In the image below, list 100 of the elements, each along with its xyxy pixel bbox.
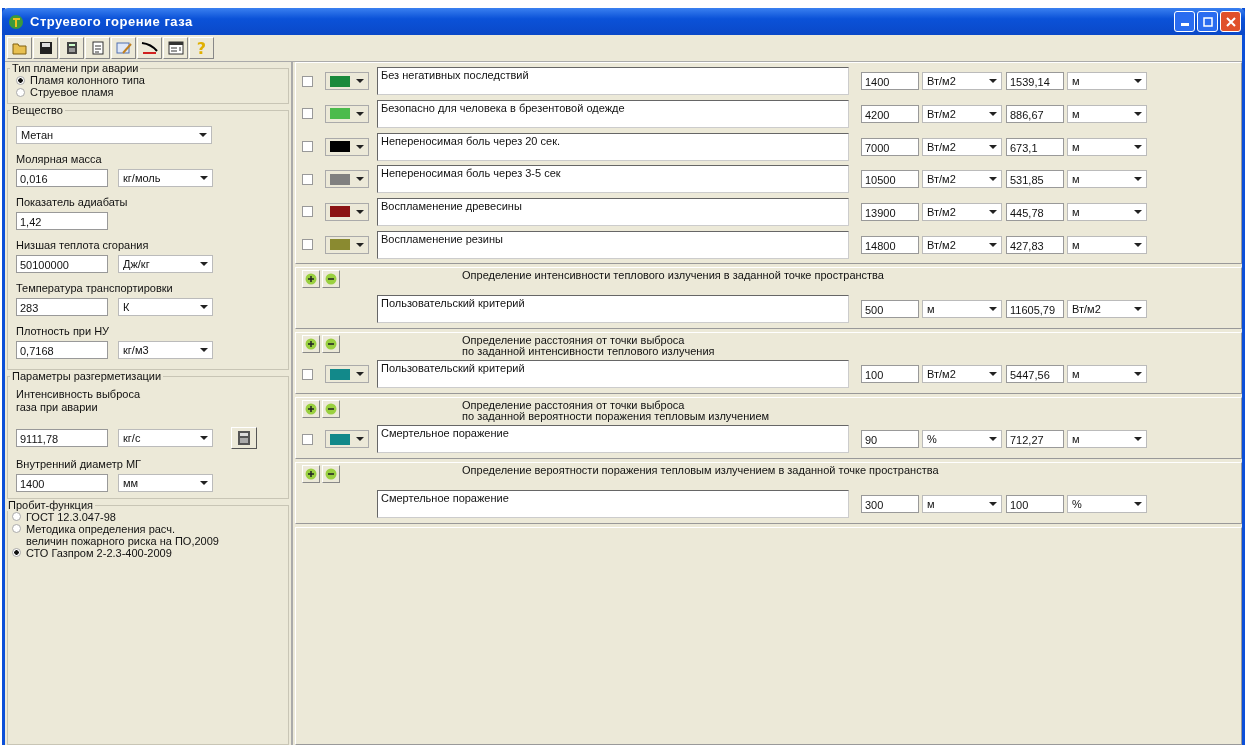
description-field[interactable]: Пользовательский критерий: [377, 360, 849, 388]
input-field[interactable]: 4200: [861, 105, 919, 123]
result-field[interactable]: 1539,14: [1006, 72, 1064, 91]
maximize-button[interactable]: [1197, 11, 1218, 32]
description-field[interactable]: Смертельное поражение: [377, 490, 849, 518]
input-field[interactable]: 9111,78: [16, 429, 108, 447]
input-field[interactable]: 50100000: [16, 255, 108, 273]
input-field[interactable]: 1,42: [16, 212, 108, 230]
radio-option[interactable]: ГОСТ 12.3.047-98: [12, 511, 284, 523]
unit-dropdown[interactable]: кг/м3: [118, 341, 213, 359]
toolbar-button[interactable]: [59, 37, 84, 59]
result-field[interactable]: 886,67: [1006, 105, 1064, 123]
add-button[interactable]: [302, 270, 320, 288]
unit-dropdown[interactable]: м: [1067, 365, 1147, 383]
input-field[interactable]: 0,7168: [16, 341, 108, 359]
description-field[interactable]: Непереносимая боль через 20 сек.: [377, 132, 849, 161]
input-field[interactable]: 90: [861, 430, 919, 448]
remove-button[interactable]: [322, 400, 340, 418]
color-picker[interactable]: [325, 430, 369, 448]
color-picker[interactable]: [325, 202, 369, 221]
unit-dropdown[interactable]: м: [1067, 235, 1147, 254]
unit-dropdown[interactable]: м: [1067, 137, 1147, 156]
toolbar-button[interactable]: [163, 37, 188, 59]
color-picker[interactable]: [325, 235, 369, 254]
input-field[interactable]: 300: [861, 495, 919, 513]
unit-dropdown[interactable]: К: [118, 298, 213, 316]
checkbox[interactable]: [302, 75, 313, 87]
input-field[interactable]: 0,016: [16, 169, 108, 187]
unit-dropdown[interactable]: %: [922, 430, 1002, 448]
calculator-button[interactable]: [231, 427, 257, 449]
checkbox[interactable]: [302, 173, 313, 185]
input-field[interactable]: 1400: [16, 474, 108, 492]
unit-dropdown[interactable]: Вт/м2: [922, 235, 1002, 254]
radio-button[interactable]: [16, 88, 25, 97]
checkbox[interactable]: [302, 108, 313, 120]
description-field[interactable]: Воспламенение древесины: [377, 197, 849, 226]
radio-option[interactable]: Струевое пламя: [16, 86, 280, 98]
result-field[interactable]: 531,85: [1006, 170, 1064, 189]
result-field[interactable]: 712,27: [1006, 430, 1064, 448]
description-field[interactable]: Без негативных последствий: [377, 67, 849, 96]
add-button[interactable]: [302, 335, 320, 353]
unit-dropdown[interactable]: кг/моль: [118, 169, 213, 187]
description-field[interactable]: Пользовательский критерий: [377, 295, 849, 323]
add-button[interactable]: [302, 465, 320, 483]
unit-dropdown[interactable]: Вт/м2: [922, 105, 1002, 123]
input-field[interactable]: 283: [16, 298, 108, 316]
checkbox[interactable]: [302, 433, 313, 445]
result-field[interactable]: 5447,56: [1006, 365, 1064, 383]
checkbox[interactable]: [302, 239, 313, 251]
input-field[interactable]: 10500: [861, 170, 919, 189]
unit-dropdown[interactable]: м: [922, 300, 1002, 318]
radio-option[interactable]: Методика определения расч. величин пожарного риска на ПО,2009: [12, 523, 284, 547]
unit-dropdown[interactable]: м: [1067, 170, 1147, 189]
input-field[interactable]: 14800: [861, 235, 919, 254]
input-field[interactable]: 13900: [861, 202, 919, 221]
result-field[interactable]: 445,78: [1006, 202, 1064, 221]
unit-dropdown[interactable]: Вт/м2: [922, 137, 1002, 156]
result-field[interactable]: 673,1: [1006, 137, 1064, 156]
input-field[interactable]: 100: [861, 365, 919, 383]
unit-dropdown[interactable]: м: [1067, 72, 1147, 91]
remove-button[interactable]: [322, 335, 340, 353]
result-field[interactable]: 427,83: [1006, 235, 1064, 254]
result-field[interactable]: 11605,79: [1006, 300, 1064, 318]
color-picker[interactable]: [325, 105, 369, 123]
description-field[interactable]: Воспламенение резины: [377, 230, 849, 259]
unit-dropdown[interactable]: м: [1067, 202, 1147, 221]
toolbar-button[interactable]: [137, 37, 162, 59]
radio-button[interactable]: [12, 524, 21, 533]
toolbar-button[interactable]: [33, 37, 58, 59]
input-field[interactable]: 1400: [861, 72, 919, 91]
description-field[interactable]: Непереносимая боль через 3-5 сек: [377, 165, 849, 194]
color-picker[interactable]: [325, 170, 369, 189]
result-field[interactable]: 100: [1006, 495, 1064, 513]
input-field[interactable]: 500: [861, 300, 919, 318]
unit-dropdown[interactable]: м: [922, 495, 1002, 513]
minimize-button[interactable]: [1174, 11, 1195, 32]
unit-dropdown[interactable]: Вт/м2: [1067, 300, 1147, 318]
remove-button[interactable]: [322, 465, 340, 483]
substance-dropdown[interactable]: Метан: [16, 126, 212, 144]
unit-dropdown[interactable]: кг/с: [118, 429, 213, 447]
unit-dropdown[interactable]: Дж/кг: [118, 255, 213, 273]
radio-button[interactable]: [12, 512, 21, 521]
add-button[interactable]: [302, 400, 320, 418]
unit-dropdown[interactable]: м: [1067, 105, 1147, 123]
description-field[interactable]: Безопасно для человека в брезентовой одежде: [377, 100, 849, 128]
unit-dropdown[interactable]: %: [1067, 495, 1147, 513]
description-field[interactable]: Смертельное поражение: [377, 425, 849, 453]
checkbox[interactable]: [302, 206, 313, 218]
checkbox[interactable]: [302, 368, 313, 380]
close-button[interactable]: [1220, 11, 1241, 32]
radio-option[interactable]: СТО Газпром 2-2.3-400-2009: [12, 547, 284, 559]
checkbox[interactable]: [302, 141, 313, 153]
unit-dropdown[interactable]: Вт/м2: [922, 72, 1002, 91]
input-field[interactable]: 7000: [861, 137, 919, 156]
color-picker[interactable]: [325, 365, 369, 383]
unit-dropdown[interactable]: мм: [118, 474, 213, 492]
unit-dropdown[interactable]: м: [1067, 430, 1147, 448]
radio-button[interactable]: [12, 548, 21, 557]
unit-dropdown[interactable]: Вт/м2: [922, 170, 1002, 189]
radio-button[interactable]: [16, 76, 25, 85]
